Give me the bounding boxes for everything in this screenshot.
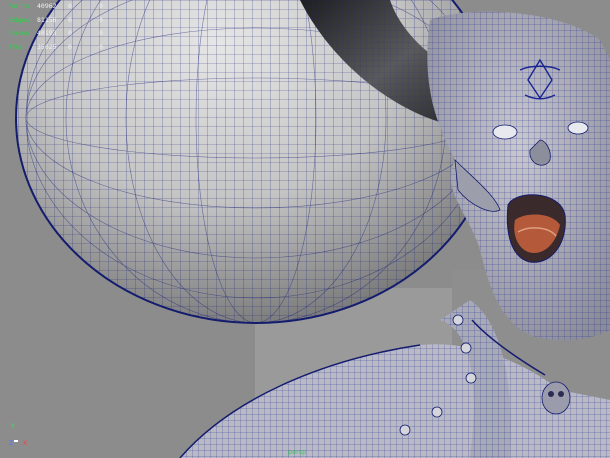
axis-gizmo: Y Z X xyxy=(9,423,33,447)
hud-row: Faces: 40193 0 0 xyxy=(0,27,118,41)
axis-origin-icon xyxy=(14,440,18,442)
hud-value: 0 xyxy=(99,15,103,24)
hud-row: Verts: 40962 0 0 xyxy=(0,0,118,14)
hud-label: Faces: xyxy=(10,29,34,37)
hud-value: 0 xyxy=(99,29,103,37)
viewport-3d[interactable]: Verts: 40962 0 0 Edges: 81156 0 0 Faces:… xyxy=(0,0,610,458)
axis-y-label: Y xyxy=(11,423,15,430)
hud-value: 40193 xyxy=(37,29,57,37)
hud-value: 0 xyxy=(68,29,72,37)
scene-render xyxy=(0,0,610,458)
hud-value: 81156 xyxy=(37,15,57,24)
hud-value: 0 xyxy=(68,42,72,51)
hud-value: 0 xyxy=(99,2,103,10)
hud-value: 40962 xyxy=(37,2,57,10)
hud-label: Verts: xyxy=(10,2,34,10)
axis-z-label: Z xyxy=(9,440,14,447)
hud-row: Edges: 81156 0 0 xyxy=(0,14,118,28)
camera-label: persp xyxy=(288,448,307,456)
hud-value: 0 xyxy=(68,2,72,10)
poly-count-hud: Verts: 40962 0 0 Edges: 81156 0 0 Faces:… xyxy=(0,0,118,54)
hud-value: 35025 xyxy=(37,42,57,51)
hud-label: Edges: xyxy=(10,15,34,24)
hud-row: UVs: 35025 0 0 xyxy=(0,41,118,55)
axis-x-label: X xyxy=(23,440,28,447)
hud-label: UVs: xyxy=(10,42,26,51)
hud-value: 0 xyxy=(68,15,72,24)
hud-value: 0 xyxy=(99,42,103,51)
